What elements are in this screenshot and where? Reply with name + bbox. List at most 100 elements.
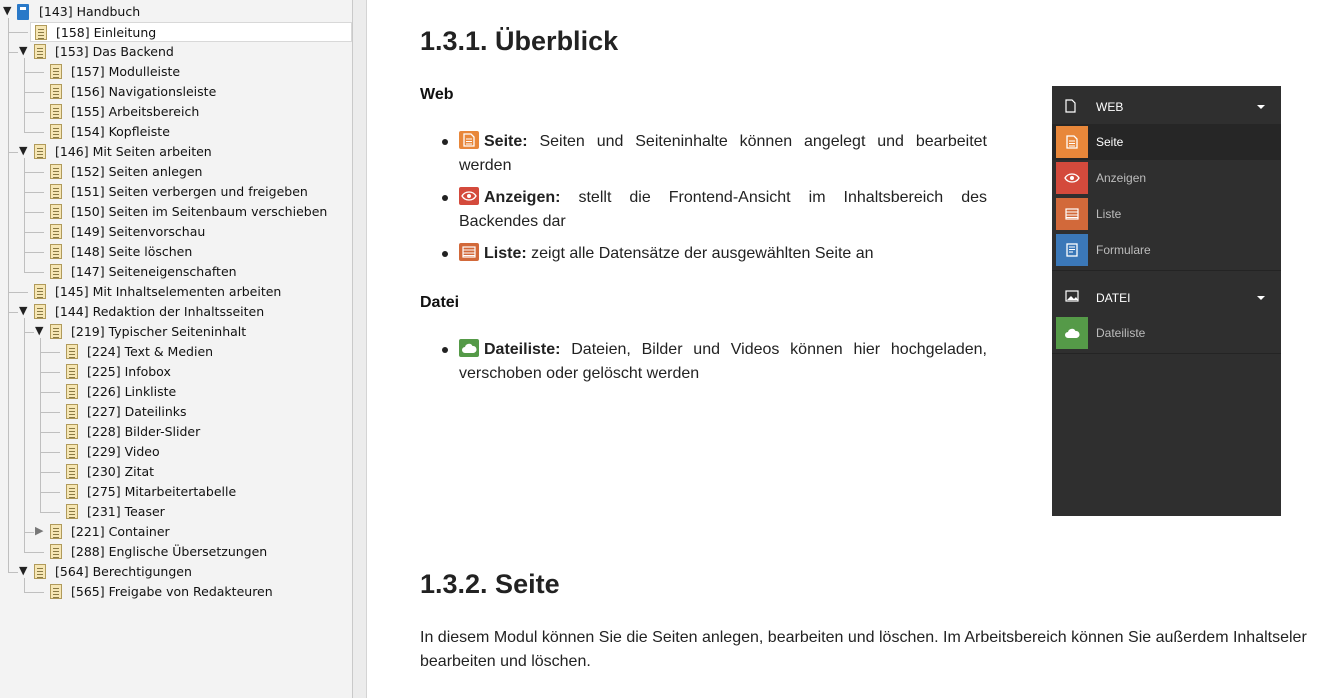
eye-icon — [1056, 162, 1088, 194]
content-area: 1.3.1. Überblick Web Seite: Seiten und S… — [368, 0, 1327, 698]
tree-item-153[interactable]: ▼ [153] Das Backend — [0, 42, 352, 62]
tree-item-label: [153] Das Backend — [55, 44, 174, 59]
file-heading: Datei — [420, 294, 460, 311]
bullet-dot — [442, 347, 448, 353]
tree-item-288[interactable]: [288] Englische Übersetzungen — [0, 542, 352, 562]
tree-item-228[interactable]: [228] Bilder-Slider — [0, 422, 352, 442]
tree-item-label: [221] Container — [71, 524, 170, 539]
page-icon — [50, 544, 62, 559]
tree-item-152[interactable]: [152] Seiten anlegen — [0, 162, 352, 182]
module-description-item: Dateiliste: Dateien, Bilder und Videos k… — [442, 338, 987, 386]
tree-item-label: [288] Englische Übersetzungen — [71, 544, 268, 559]
page-icon — [50, 324, 62, 339]
tree-item-147[interactable]: [147] Seiteneigenschaften — [0, 262, 352, 282]
module-name: Dateiliste: — [484, 341, 561, 358]
collapse-toggle-icon[interactable]: ▼ — [19, 45, 29, 57]
tree-item-146[interactable]: ▼ [146] Mit Seiten arbeiten — [0, 142, 352, 162]
tree-item-225[interactable]: [225] Infobox — [0, 362, 352, 382]
tree-item-label: [149] Seitenvorschau — [71, 224, 206, 239]
tree-item-565[interactable]: [565] Freigabe von Redakteuren — [0, 582, 352, 602]
tree-item-145[interactable]: [145] Mit Inhaltselementen arbeiten — [0, 282, 352, 302]
tree-item-label: [144] Redaktion der Inhaltsseiten — [55, 304, 265, 319]
tree-item-143[interactable]: ▼ [143] Handbuch — [0, 2, 352, 22]
tree-item-label: [148] Seite löschen — [71, 244, 193, 259]
collapse-toggle-icon[interactable]: ▼ — [19, 145, 29, 157]
tree-item-219[interactable]: ▼ [219] Typischer Seiteninhalt — [0, 322, 352, 342]
tree-item-156[interactable]: [156] Navigationsleiste — [0, 82, 352, 102]
tree-item-label: [226] Linkliste — [87, 384, 177, 399]
tree-item-label: [565] Freigabe von Redakteuren — [71, 584, 273, 599]
tree-item-label: [156] Navigationsleiste — [71, 84, 217, 99]
tree-item-155[interactable]: [155] Arbeitsbereich — [0, 102, 352, 122]
module-item-label: Seite — [1096, 135, 1124, 149]
tree-item-221[interactable]: ▶ [221] Container — [0, 522, 352, 542]
collapse-toggle-icon[interactable]: ▼ — [19, 305, 29, 317]
tree-item-label: [228] Bilder-Slider — [87, 424, 201, 439]
page-icon — [50, 244, 62, 259]
page-icon — [66, 444, 78, 459]
tree-item-label: [275] Mitarbeitertabelle — [87, 484, 237, 499]
page-icon — [50, 164, 62, 179]
tree-item-144[interactable]: ▼ [144] Redaktion der Inhaltsseiten — [0, 302, 352, 322]
collapse-toggle-icon[interactable]: ▼ — [3, 5, 13, 17]
tree-item-label: [154] Kopfleiste — [71, 124, 170, 139]
module-group-separator — [1052, 353, 1281, 354]
tree-item-148[interactable]: [148] Seite löschen — [0, 242, 352, 262]
list-icon — [1056, 198, 1088, 230]
collapse-toggle-icon[interactable]: ▼ — [35, 325, 45, 337]
module-menu-screenshot: WEB Seite Anzeigen Liste Formulare DATEI Datei… — [1052, 86, 1281, 516]
page-icon — [50, 584, 62, 599]
book-icon — [17, 4, 29, 20]
tree-item-151[interactable]: [151] Seiten verbergen und freigeben — [0, 182, 352, 202]
module-group-header-web: WEB — [1052, 86, 1281, 126]
section-title-seite: 1.3.2. Seite — [420, 569, 560, 599]
tree-item-275[interactable]: [275] Mitarbeitertabelle — [0, 482, 352, 502]
page-icon — [50, 524, 62, 539]
bullet-dot — [442, 139, 448, 145]
module-item-label: Formulare — [1096, 243, 1151, 257]
bullet-dot — [442, 195, 448, 201]
module-description: zeigt alle Datensätze der ausgewählten S… — [531, 245, 874, 262]
module-item-dateiliste: Dateiliste — [1052, 315, 1281, 351]
splitter-handle[interactable] — [353, 0, 367, 698]
page-icon — [34, 304, 46, 319]
module-group-header-datei: DATEI — [1052, 277, 1281, 317]
list-icon — [459, 243, 479, 261]
page-icon — [66, 384, 78, 399]
tree-item-label: [225] Infobox — [87, 364, 171, 379]
tree-item-157[interactable]: [157] Modulleiste — [0, 62, 352, 82]
module-name: Anzeigen: — [484, 189, 561, 206]
page-icon — [34, 44, 46, 59]
tree-item-564[interactable]: ▼ [564] Berechtigungen — [0, 562, 352, 582]
page-icon — [66, 424, 78, 439]
page-icon — [35, 25, 47, 40]
cloud-icon — [459, 339, 479, 357]
tree-item-224[interactable]: [224] Text & Medien — [0, 342, 352, 362]
tree-item-label: [231] Teaser — [87, 504, 165, 519]
page-icon — [66, 464, 78, 479]
page-icon — [50, 204, 62, 219]
tree-item-229[interactable]: [229] Video — [0, 442, 352, 462]
tree-item-231[interactable]: [231] Teaser — [0, 502, 352, 522]
tree-item-149[interactable]: [149] Seitenvorschau — [0, 222, 352, 242]
module-description-item: Liste: zeigt alle Datensätze der ausgewä… — [442, 242, 987, 266]
collapse-toggle-icon[interactable]: ▼ — [19, 565, 29, 577]
tree-item-label: [151] Seiten verbergen und freigeben — [71, 184, 308, 199]
module-group-label: WEB — [1096, 100, 1124, 114]
page-icon — [66, 344, 78, 359]
tree-item-154[interactable]: [154] Kopfleiste — [0, 122, 352, 142]
page-icon — [66, 404, 78, 419]
eye-icon — [459, 187, 479, 205]
tree-item-227[interactable]: [227] Dateilinks — [0, 402, 352, 422]
tree-item-226[interactable]: [226] Linkliste — [0, 382, 352, 402]
page-icon — [66, 504, 78, 519]
tree-item-158[interactable]: [158] Einleitung — [30, 22, 352, 42]
page-icon — [50, 224, 62, 239]
expand-toggle-icon[interactable]: ▶ — [35, 525, 45, 537]
module-item-label: Dateiliste — [1096, 326, 1146, 340]
tree-item-150[interactable]: [150] Seiten im Seitenbaum verschieben — [0, 202, 352, 222]
tree-item-label: [152] Seiten anlegen — [71, 164, 203, 179]
page-icon — [50, 104, 62, 119]
tree-item-230[interactable]: [230] Zitat — [0, 462, 352, 482]
tree-item-label: [147] Seiteneigenschaften — [71, 264, 237, 279]
